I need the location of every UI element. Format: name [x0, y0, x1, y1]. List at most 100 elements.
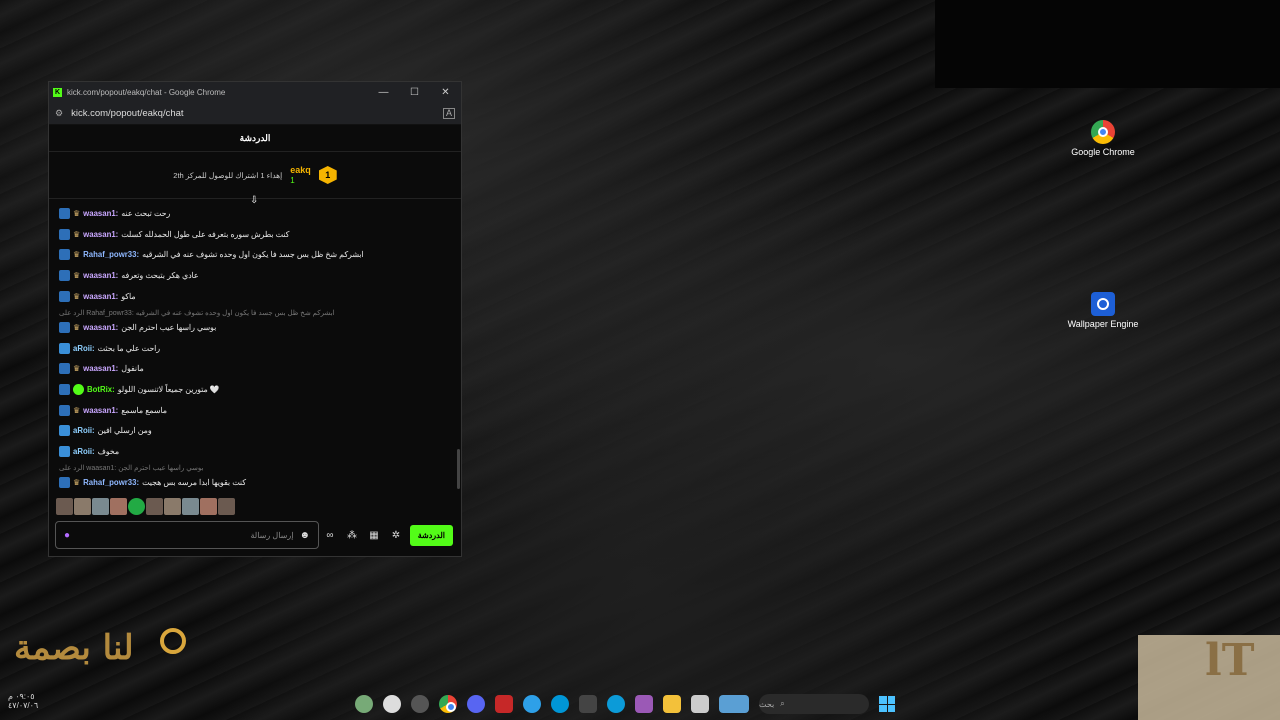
crown-icon: ♛: [73, 230, 81, 239]
taskbar-edge-icon[interactable]: [607, 695, 625, 713]
chat-text: مانفول: [121, 364, 144, 373]
chat-username[interactable]: aRoii:: [73, 426, 95, 435]
key-icon: [160, 628, 186, 654]
chat-message[interactable]: ♛ waasan1: بوسي راسها عيب احترم الجن: [59, 322, 216, 333]
emote-button[interactable]: [110, 498, 127, 515]
emote-button[interactable]: [74, 498, 91, 515]
left-watermark: لنا بصمة: [10, 600, 190, 690]
translate-icon[interactable]: A: [442, 107, 455, 119]
chat-text: ابشركم شخ ظل بس جسد فا يكون اول وحده تشو…: [142, 250, 364, 259]
desktop-icon-wallpaper-engine[interactable]: Wallpaper Engine: [1067, 292, 1139, 329]
verified-arrow-badge-icon: [59, 477, 70, 488]
url-text[interactable]: kick.com/popout/eakq/chat: [71, 108, 183, 119]
chat-message[interactable]: aRoii: مخوف: [59, 446, 119, 457]
chat-message[interactable]: BotRix: متورين جميعاً لاتنسون اللولو 🤍: [59, 384, 220, 395]
emote-button[interactable]: [56, 498, 73, 515]
chat-text: كنت بطرش سوره بتعرفه على طول الحمدلله كس…: [121, 230, 290, 239]
settings-gear-icon[interactable]: ✲: [385, 530, 407, 541]
chat-username[interactable]: aRoii:: [73, 447, 95, 456]
chat-username[interactable]: BotRix:: [87, 385, 115, 394]
chat-username[interactable]: waasan1:: [83, 292, 118, 301]
taskbar-widget-icon[interactable]: [719, 695, 749, 713]
chat-message[interactable]: ♛ waasan1: ماكو: [59, 291, 136, 302]
verified-arrow-badge-icon: [59, 249, 70, 260]
emote-button[interactable]: [164, 498, 181, 515]
wallpaper-dark-region: [935, 0, 1280, 88]
chat-message[interactable]: ♛ waasan1: ماسمع ماسمع: [59, 405, 167, 416]
site-info-icon[interactable]: ⚙: [55, 108, 63, 119]
chat-username[interactable]: Rahaf_powr33:: [83, 250, 139, 259]
emote-button[interactable]: [92, 498, 109, 515]
maximize-button[interactable]: ☐: [399, 87, 430, 98]
microphone-icon[interactable]: ●: [64, 530, 70, 541]
windows-start-icon[interactable]: [879, 696, 895, 712]
emote-button[interactable]: [218, 498, 235, 515]
crown-icon: ♛: [73, 323, 81, 332]
close-button[interactable]: ✕: [430, 87, 461, 98]
bot-verified-icon: [73, 384, 84, 395]
emote-picker-icon[interactable]: ⁂: [341, 530, 363, 541]
chat-input-row: ☻ إرسال رسالة ● ∞ ⁂ ▦ ✲ الدردشة: [55, 520, 453, 550]
chat-text: ماكو: [121, 292, 136, 301]
crown-icon: ♛: [73, 209, 81, 218]
chat-message[interactable]: ♛ waasan1: عادي هكر بتبحث وتعرفه: [59, 270, 199, 281]
store-icon[interactable]: ▦: [363, 530, 385, 541]
chat-username[interactable]: aRoii:: [73, 344, 95, 353]
chat-username[interactable]: Rahaf_powr33:: [83, 478, 139, 487]
taskbar-discord-icon[interactable]: [467, 695, 485, 713]
pinned-count: 1: [290, 176, 295, 185]
pinned-gift-banner[interactable]: إهداء 1 اشتراك للوصول للمركز 2th eakq 1 …: [49, 152, 461, 199]
window-title: kick.com/popout/eakq/chat - Google Chrom…: [67, 87, 226, 97]
message-input[interactable]: ☻ إرسال رسالة ●: [55, 521, 319, 549]
chat-text: متورين جميعاً لاتنسون اللولو 🤍: [117, 385, 220, 394]
chat-username[interactable]: waasan1:: [83, 406, 118, 415]
verified-arrow-badge-icon: [59, 229, 70, 240]
chat-username[interactable]: waasan1:: [83, 364, 118, 373]
taskbar-gear-icon[interactable]: [383, 695, 401, 713]
verified-arrow-badge-icon: [59, 208, 70, 219]
infinity-icon[interactable]: ∞: [319, 530, 341, 541]
chat-username[interactable]: waasan1:: [83, 271, 118, 280]
emote-button[interactable]: [182, 498, 199, 515]
chat-message[interactable]: aRoii: راحت علي ما بحثت: [59, 343, 160, 354]
chat-message[interactable]: aRoii: ومن ارسلي افين: [59, 425, 152, 436]
reply-reference[interactable]: الرد على Rahaf_powr33: ابشركم شخ ظل بس ج…: [59, 309, 335, 317]
taskbar-mcafee-icon[interactable]: [495, 695, 513, 713]
taskbar-app-icon[interactable]: [523, 695, 541, 713]
chat-message[interactable]: ♛ Rahaf_powr33: كنت بقويها ابدا مرسه بس …: [59, 477, 246, 488]
taskbar-hp-icon[interactable]: [551, 695, 569, 713]
emoji-icon[interactable]: ☻: [299, 530, 310, 541]
chat-message[interactable]: ♛ waasan1: كنت بطرش سوره بتعرفه على طول …: [59, 229, 289, 240]
chat-username[interactable]: waasan1:: [83, 323, 118, 332]
emote-button[interactable]: [146, 498, 163, 515]
chat-scrollbar[interactable]: [457, 449, 460, 489]
taskbar-store-icon[interactable]: [579, 695, 597, 713]
taskbar-search[interactable]: ⌕ بحث: [759, 694, 869, 714]
taskbar-app-icon[interactable]: [355, 695, 373, 713]
chat-message[interactable]: ♛ waasan1: مانفول: [59, 363, 144, 374]
clock-date: ٤٧/٠٧/٠٦: [8, 701, 39, 710]
minimize-button[interactable]: —: [368, 87, 399, 98]
chat-message[interactable]: ♛ waasan1: رحت تبحث عنه: [59, 208, 170, 219]
chat-message[interactable]: ♛ Rahaf_powr33: ابشركم شخ ظل بس جسد فا ي…: [59, 249, 364, 260]
desktop-icon-label: Wallpaper Engine: [1067, 319, 1139, 329]
taskbar-copilot-icon[interactable]: [635, 695, 653, 713]
send-chat-button[interactable]: الدردشة: [409, 524, 453, 546]
taskbar-app-icon[interactable]: [691, 695, 709, 713]
desktop-icon-google-chrome[interactable]: Google Chrome: [1067, 120, 1139, 157]
chrome-popup-window: K kick.com/popout/eakq/chat - Google Chr…: [48, 81, 462, 557]
chat-text: كنت بقويها ابدا مرسه بس هجيت: [142, 478, 246, 487]
search-placeholder: بحث: [759, 699, 775, 709]
clock[interactable]: ٠٩:٠٥ م ٤٧/٠٧/٠٦: [8, 692, 38, 710]
emote-button[interactable]: [200, 498, 217, 515]
chat-username[interactable]: waasan1:: [83, 230, 118, 239]
chat-username[interactable]: waasan1:: [83, 209, 118, 218]
taskbar-app-icon[interactable]: [411, 695, 429, 713]
emote-button[interactable]: [128, 498, 145, 515]
taskbar-file-explorer-icon[interactable]: [663, 695, 681, 713]
title-bar[interactable]: K kick.com/popout/eakq/chat - Google Chr…: [49, 82, 461, 102]
reply-reference[interactable]: الرد على waasan1: بوسي راسها عيب احترم ا…: [59, 464, 203, 472]
address-bar[interactable]: ⚙ kick.com/popout/eakq/chat A: [49, 102, 461, 125]
chat-text: ومن ارسلي افين: [97, 426, 152, 435]
taskbar-chrome-icon[interactable]: [439, 695, 457, 713]
